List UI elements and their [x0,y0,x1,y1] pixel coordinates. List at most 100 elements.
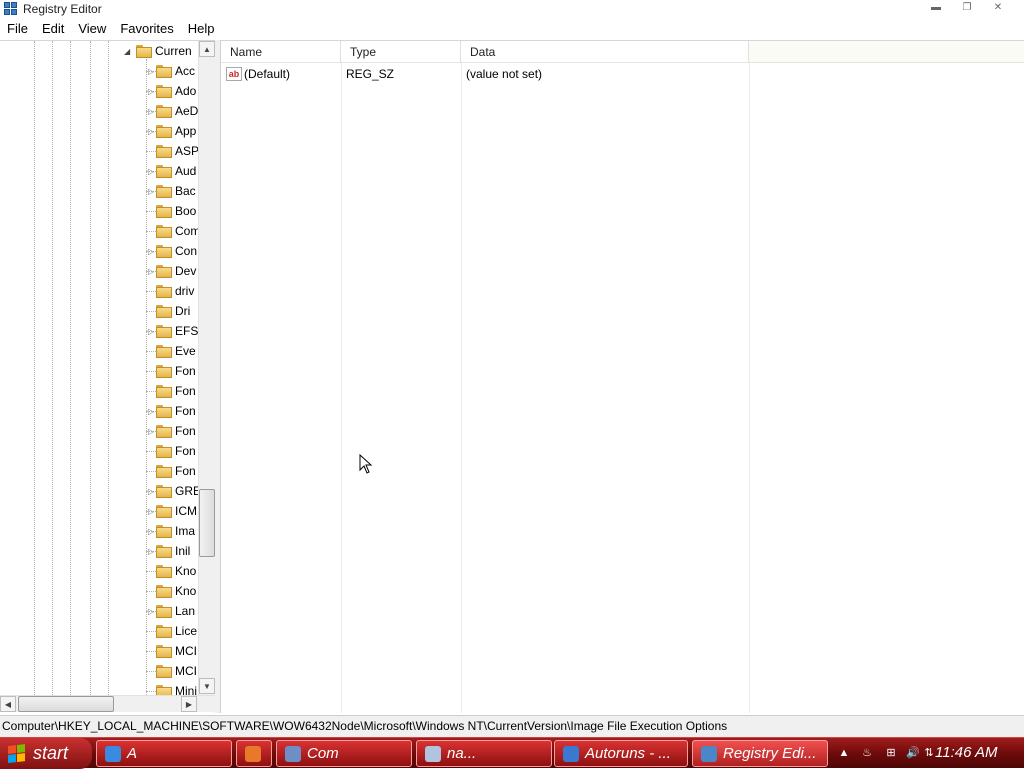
tree-connector [146,690,156,692]
tree-node[interactable]: ▷ Aud [146,161,196,181]
column-header-name[interactable]: Name [221,41,341,63]
taskbar-button[interactable] [236,740,272,767]
tree-node-label: Fon [175,444,196,458]
tree-node[interactable]: Fon [146,461,196,481]
expand-arrow-icon[interactable]: ▷ [148,527,154,537]
tree-node[interactable]: MCI [146,661,197,681]
table-row[interactable]: ab (Default) REG_SZ (value not set) [221,65,751,83]
tree-node[interactable]: Kno [146,581,196,601]
close-button[interactable]: ✕ [984,0,1012,14]
clock[interactable]: 11:46 AM [935,744,998,761]
tree-node[interactable]: Fon [146,441,196,461]
tree-node[interactable]: Dri [146,301,190,321]
taskbar-button[interactable]: Com [276,740,412,767]
expand-arrow-icon[interactable]: ▷ [148,547,154,557]
tree-node-label: MCI [175,664,197,678]
tree-node[interactable]: ▷ Con [146,241,197,261]
tree-node[interactable]: Com [146,221,200,241]
folder-icon [156,384,172,398]
taskbar-button[interactable]: na... [416,740,552,767]
start-button[interactable]: start [0,738,92,769]
taskbar-button[interactable]: Autoruns - ... [554,740,688,767]
windows-logo-icon [8,743,26,764]
tree-vertical-scrollbar[interactable]: ▲ ▼ [198,41,215,695]
volume-icon[interactable]: 🔊 [906,746,920,760]
scroll-left-button[interactable]: ◀ [0,696,16,712]
column-header-data[interactable]: Data [461,41,749,63]
expand-arrow-icon[interactable]: ▷ [148,407,154,417]
folder-icon [156,604,172,618]
expand-arrow-icon[interactable]: ▷ [148,607,154,617]
column-header-type[interactable]: Type [341,41,461,63]
tree-node[interactable]: ▷ ICM [146,501,197,521]
expand-arrow-icon[interactable]: ▷ [148,427,154,437]
folder-icon [156,544,172,558]
menu-help[interactable]: Help [181,18,222,39]
registry-tree-pane[interactable]: ◢ Curren ▷ Acc ▷ Ado ▷ AeD ▷ App ASP ▷ Aud ▷ Bac Boo Com… [0,40,215,713]
tree-node[interactable]: ASP [146,141,199,161]
expand-arrow-icon[interactable]: ▷ [148,67,154,77]
tree-node[interactable]: ▷ Acc [146,61,195,81]
folder-icon [156,624,172,638]
tree-node[interactable]: ▷ EFS [146,321,198,341]
tree-node[interactable]: ▷ GRE [146,481,201,501]
menu-file[interactable]: File [0,18,35,39]
tree-node[interactable]: ▷ App [146,121,196,141]
taskbar-button[interactable]: Registry Edi... [692,740,828,767]
expand-arrow-icon[interactable]: ▷ [148,327,154,337]
tree-node[interactable]: ▷ Dev [146,261,196,281]
scroll-down-button[interactable]: ▼ [199,678,215,694]
menu-favorites[interactable]: Favorites [113,18,180,39]
folder-icon [156,144,172,158]
maximize-button[interactable]: ❐ [953,0,981,14]
expand-arrow-icon[interactable]: ▷ [148,267,154,277]
expand-arrow-icon[interactable]: ▷ [148,107,154,117]
safely-remove-icon[interactable]: ⇅ [922,746,936,760]
minimize-button[interactable]: ▬ [922,0,950,14]
tree-node[interactable]: Boo [146,201,196,221]
tree-node[interactable]: Eve [146,341,196,361]
expand-arrow-icon[interactable]: ▷ [148,87,154,97]
expand-arrow-icon[interactable]: ▷ [148,127,154,137]
taskbar-button[interactable]: A [96,740,232,767]
tree-node[interactable]: ▷ Bac [146,181,196,201]
expand-arrow-icon[interactable]: ▷ [148,247,154,257]
expand-arrow-icon[interactable]: ▷ [148,167,154,177]
tree-node-label: Bac [175,184,196,198]
tree-node[interactable]: Fon [146,361,196,381]
tree-node-label: Kno [175,564,197,578]
tree-node[interactable]: ▷ Inil [146,541,190,561]
tree-horizontal-scrollbar[interactable]: ◀ ▶ [0,695,215,712]
tree-connector: ▷ [146,167,156,176]
show-hidden-icons-icon[interactable]: ▲ [837,746,851,760]
tree-node-expanded[interactable]: ◢ Curren [124,41,192,61]
java-update-icon[interactable]: ♨ [860,746,874,760]
tree-node[interactable]: ▷ Fon [146,421,196,441]
expand-arrow-icon[interactable]: ▷ [148,487,154,497]
tree-node[interactable]: Kno [146,561,196,581]
collapse-arrow-icon[interactable]: ◢ [124,47,136,56]
tree-node[interactable]: ▷ Lan [146,601,195,621]
menu-view[interactable]: View [71,18,113,39]
value-data: (value not set) [466,67,543,81]
network-icon[interactable]: ⊞ [884,746,898,760]
menu-edit[interactable]: Edit [35,18,71,39]
values-list-pane[interactable]: Name Type Data ab (Default) REG_SZ (valu… [221,40,1024,713]
expand-arrow-icon[interactable]: ▷ [148,507,154,517]
tree-node[interactable]: ▷ Ado [146,81,196,101]
expand-arrow-icon[interactable]: ▷ [148,187,154,197]
tree-node[interactable]: ▷ Ima [146,521,195,541]
scroll-up-button[interactable]: ▲ [199,41,215,57]
tree-node[interactable]: Fon [146,381,196,401]
taskbar-button-label: A [127,745,138,762]
tree-node[interactable]: ▷ AeD [146,101,198,121]
tree-node-label: Boo [175,204,197,218]
tree-node[interactable]: MCI [146,641,197,661]
taskbar-button-label: Com [307,745,339,762]
tree-node[interactable]: driv [146,281,194,301]
horizontal-scroll-thumb[interactable] [18,696,114,712]
vertical-scroll-thumb[interactable] [199,489,215,557]
scroll-right-button[interactable]: ▶ [181,696,197,712]
tree-node[interactable]: ▷ Fon [146,401,196,421]
tree-node[interactable]: Lice [146,621,197,641]
